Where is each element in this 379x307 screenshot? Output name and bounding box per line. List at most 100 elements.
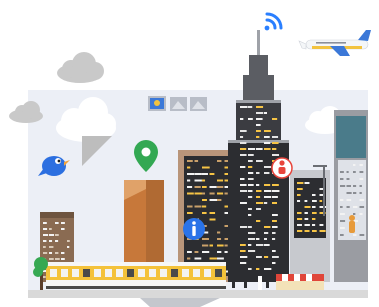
airplane-icon xyxy=(298,30,371,56)
window xyxy=(217,251,222,253)
window xyxy=(209,192,215,195)
window xyxy=(224,186,229,188)
window xyxy=(340,213,345,215)
window xyxy=(264,190,272,192)
window xyxy=(43,246,46,248)
window xyxy=(248,160,253,162)
window xyxy=(248,166,253,168)
window xyxy=(312,224,316,226)
window xyxy=(194,173,202,175)
window xyxy=(264,184,271,186)
window xyxy=(304,230,310,232)
window xyxy=(256,190,262,192)
window xyxy=(340,199,344,201)
window xyxy=(346,185,352,187)
window xyxy=(272,154,280,156)
window xyxy=(240,148,247,150)
window xyxy=(240,184,247,186)
window xyxy=(240,256,248,258)
window xyxy=(202,238,209,240)
window xyxy=(61,222,65,224)
photo-thumbnails-icon xyxy=(148,96,207,111)
window xyxy=(272,142,279,144)
window xyxy=(359,178,364,180)
window xyxy=(264,256,269,258)
window xyxy=(248,238,256,240)
window xyxy=(272,148,277,150)
window xyxy=(264,172,270,174)
window xyxy=(224,244,228,247)
window xyxy=(187,205,193,208)
window xyxy=(256,256,262,258)
window xyxy=(194,257,202,260)
window xyxy=(49,258,54,260)
window xyxy=(297,182,304,184)
window xyxy=(272,262,276,264)
building-far-right xyxy=(334,110,368,282)
window xyxy=(49,240,53,242)
window xyxy=(312,194,316,196)
window xyxy=(240,250,246,252)
window xyxy=(240,244,246,246)
window xyxy=(248,214,252,216)
window xyxy=(353,206,358,208)
window xyxy=(272,226,278,228)
window xyxy=(43,252,48,254)
window xyxy=(264,112,268,114)
window xyxy=(272,118,278,120)
window xyxy=(248,244,252,246)
window xyxy=(312,200,317,202)
window xyxy=(240,202,247,204)
window xyxy=(359,185,362,187)
window xyxy=(248,154,254,156)
ground xyxy=(28,290,368,298)
window xyxy=(209,212,216,214)
window xyxy=(248,118,253,120)
window xyxy=(202,244,209,247)
window xyxy=(248,196,253,198)
window xyxy=(217,231,221,234)
window xyxy=(209,218,216,221)
window xyxy=(272,196,278,198)
window xyxy=(319,194,324,196)
train-window xyxy=(182,269,189,277)
window xyxy=(312,230,317,232)
window xyxy=(248,148,256,150)
window xyxy=(248,226,252,228)
window xyxy=(202,212,207,214)
window xyxy=(319,206,326,208)
window xyxy=(240,262,247,264)
window xyxy=(256,136,260,138)
window xyxy=(264,226,271,228)
window xyxy=(256,160,263,162)
train-window xyxy=(83,269,90,277)
window xyxy=(256,268,260,270)
window xyxy=(187,212,193,214)
window xyxy=(187,186,193,188)
window xyxy=(272,220,277,222)
window xyxy=(304,182,310,184)
window xyxy=(209,244,214,247)
window xyxy=(217,192,224,195)
window xyxy=(264,148,271,150)
person-marker-icon xyxy=(271,157,293,179)
window xyxy=(202,251,210,253)
window xyxy=(55,234,59,236)
window xyxy=(264,130,271,132)
window xyxy=(49,234,55,236)
window xyxy=(43,234,49,236)
window xyxy=(248,268,252,270)
window xyxy=(248,106,253,108)
window xyxy=(272,184,279,186)
window xyxy=(297,200,301,202)
window xyxy=(187,251,192,253)
window xyxy=(49,252,53,254)
window xyxy=(272,190,280,192)
window xyxy=(209,186,217,188)
train-window xyxy=(61,269,68,277)
window xyxy=(55,258,60,260)
window xyxy=(256,202,264,204)
window xyxy=(340,234,344,236)
window xyxy=(240,226,248,228)
window xyxy=(297,230,303,232)
